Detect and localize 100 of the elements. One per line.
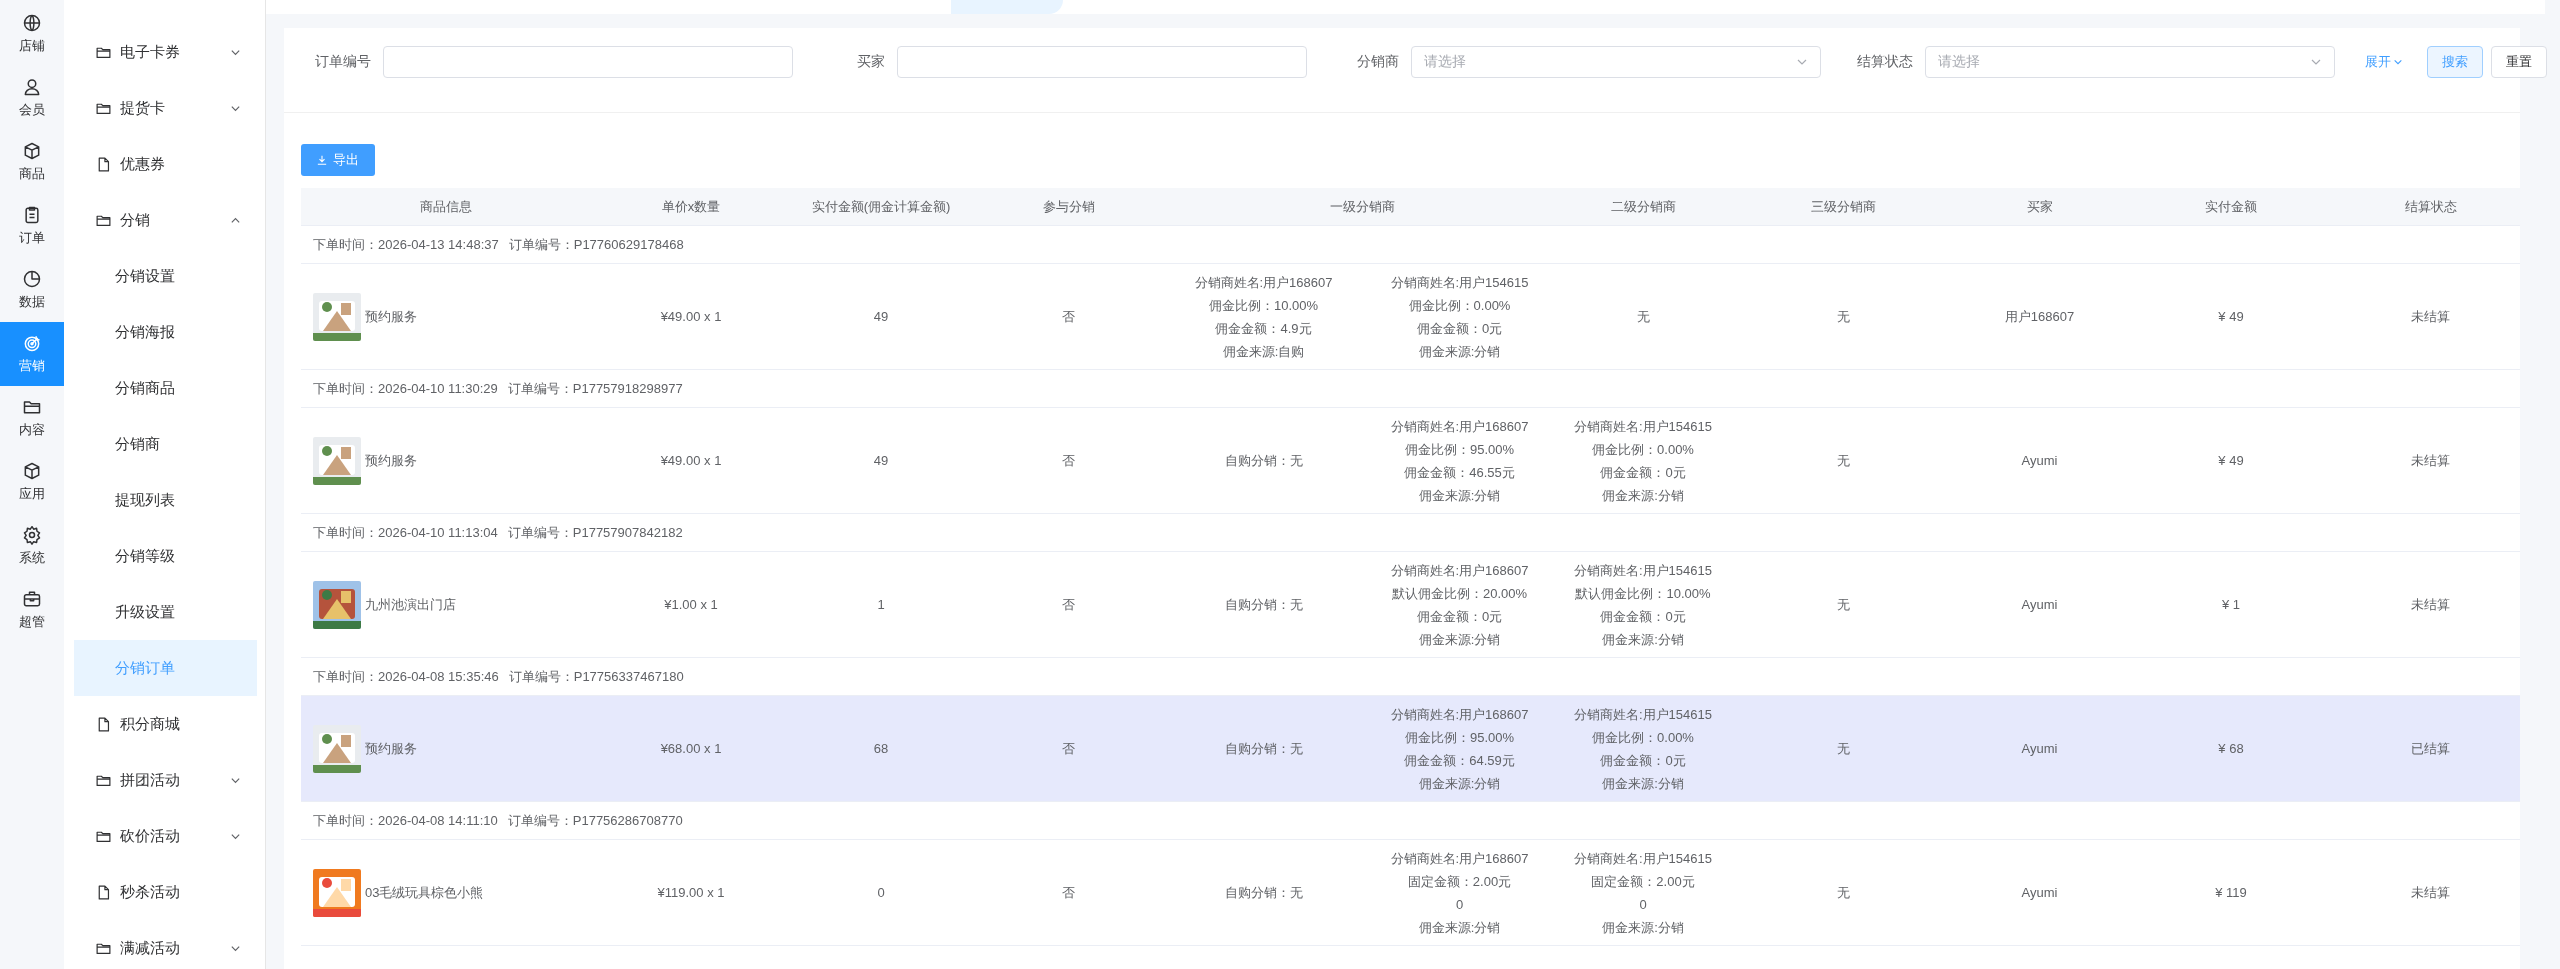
filter-label: 订单编号: [314, 52, 371, 71]
filter-label: 结算状态: [1856, 52, 1913, 71]
menu-item[interactable]: 提现列表: [74, 472, 257, 528]
paid-amount: 49: [873, 309, 889, 324]
order-number: 订单编号：P17756286708770: [507, 811, 683, 830]
table-row[interactable]: 预约服务 ¥68.00 x 1 68 否 自购分销：无 分销商姓名:用户168607 佣金比例：95.00% 佣金金额：64.59元 佣金来源:分销 分销商姓名:用户154615 佣金比例：0.00% 佣金金额：0元 佣金来源:分销 无 Ayumi ¥ 68 已结算: [301, 696, 2520, 802]
distributor-info: 无: [1836, 883, 1850, 902]
download-icon: [317, 155, 327, 165]
filter-label: 买家: [856, 52, 885, 71]
product-name: 九州池演出门店: [365, 595, 456, 614]
product-name: 预约服务: [365, 739, 417, 758]
paid-amount: 1: [877, 597, 885, 612]
order-number: 订单编号：P17756337467180: [508, 667, 684, 686]
menu-item[interactable]: 砍价活动: [74, 808, 257, 864]
distributor-info: 无: [1836, 307, 1850, 326]
buyer-name: Ayumi: [2021, 885, 2058, 900]
distributor-info: 分销商姓名:用户154615 默认佣金比例：10.00% 佣金金额：0元 佣金来源:分销: [1574, 561, 1712, 649]
distributor-info: 自购分销：无: [1224, 451, 1303, 470]
target-icon: [22, 333, 42, 353]
globe-icon: [22, 13, 42, 33]
distributor-info: 自购分销：无: [1224, 595, 1303, 614]
distribution-value: 否: [1062, 451, 1075, 470]
product-name: 预约服务: [365, 451, 417, 470]
price-quantity: ¥49.00 x 1: [660, 309, 722, 324]
distribution-value: 否: [1062, 883, 1075, 902]
buyer-name: 用户168607: [2004, 307, 2075, 326]
order-time: 下单时间：2026-04-10 11:30:29: [313, 379, 498, 398]
price-quantity: ¥119.00 x 1: [657, 885, 725, 900]
distribution-value: 否: [1062, 739, 1075, 758]
menu-item[interactable]: 分销设置: [74, 248, 257, 304]
reset-button[interactable]: 重置: [2491, 45, 2547, 78]
column-header: 单价x数量: [660, 197, 722, 216]
settlement-status: 未结算: [2411, 883, 2450, 902]
nav-item[interactable]: 超管: [0, 578, 64, 642]
filter-label: 分销商: [1356, 52, 1399, 71]
menu-item[interactable]: 升级设置: [74, 584, 257, 640]
distributor-info: 无: [1636, 307, 1650, 326]
column-header: 商品信息: [419, 197, 473, 216]
column-header: 实付金额(佣金计算金额): [810, 197, 952, 216]
distributor-info: 分销商姓名:用户168607 固定金额：2.00元 0 佣金来源:分销: [1390, 849, 1529, 937]
menu-item[interactable]: 拼团活动: [74, 752, 257, 808]
nav-item[interactable]: 系统: [0, 514, 64, 578]
paid-amount: ¥ 49: [2218, 309, 2244, 324]
box-icon: [22, 141, 42, 161]
distributor-info: 无: [1836, 739, 1850, 758]
menu-item[interactable]: 提货卡: [74, 80, 257, 136]
menu-item[interactable]: 分销: [74, 192, 257, 248]
nav-item[interactable]: 会员: [0, 66, 64, 130]
distributor-info: 分销商姓名:用户154615 佣金比例：0.00% 佣金金额：0元 佣金来源:分销: [1390, 273, 1529, 361]
input-field[interactable]: [383, 45, 793, 78]
menu-item[interactable]: 满减活动: [74, 920, 257, 969]
distributor-info: 分销商姓名:用户168607 佣金比例：95.00% 佣金金额：46.55元 佣金来源:分销: [1390, 417, 1529, 505]
column-header: 结算状态: [2403, 197, 2458, 216]
nav-item[interactable]: 内容: [0, 386, 64, 450]
distributor-info: 分销商姓名:用户168607 佣金比例：10.00% 佣金金额：4.9元 佣金来源:自购: [1194, 273, 1333, 361]
menu-item[interactable]: 积分商城: [74, 696, 257, 752]
order-number: 订单编号：P17757918298977: [507, 379, 683, 398]
nav-item[interactable]: 应用: [0, 450, 64, 514]
paid-amount: 0: [877, 885, 885, 900]
distributor-info: 分销商姓名:用户168607 佣金比例：95.00% 佣金金额：64.59元 佣金来源:分销: [1390, 705, 1529, 793]
nav-item[interactable]: 商品: [0, 130, 64, 194]
column-header: 一级分销商: [1328, 197, 1396, 216]
menu-item[interactable]: 分销海报: [74, 304, 257, 360]
paid-amount: ¥ 49: [2218, 453, 2244, 468]
gear-icon: [22, 525, 42, 545]
distributor-info: 自购分销：无: [1224, 883, 1303, 902]
box-icon: [22, 461, 42, 481]
order-number: 订单编号：P17757907842182: [507, 523, 683, 542]
nav-item[interactable]: 店铺: [0, 2, 64, 66]
menu-item[interactable]: 分销商品: [74, 360, 257, 416]
paid-amount: 68: [873, 741, 889, 756]
price-quantity: ¥68.00 x 1: [660, 741, 722, 756]
nav-item[interactable]: 订单: [0, 194, 64, 258]
product-name: 预约服务: [365, 307, 417, 326]
nav-item[interactable]: 数据: [0, 258, 64, 322]
price-quantity: ¥1.00 x 1: [664, 597, 718, 612]
settlement-status: 未结算: [2411, 595, 2450, 614]
menu-item[interactable]: 优惠券: [74, 136, 257, 192]
distributor-info: 自购分销：无: [1224, 739, 1303, 758]
buyer-name: Ayumi: [2021, 741, 2058, 756]
clipboard-icon: [22, 205, 42, 225]
column-header: 实付金额: [2204, 197, 2258, 216]
menu-item[interactable]: 秒杀活动: [74, 864, 257, 920]
distribution-value: 否: [1062, 595, 1075, 614]
paid-amount: ¥ 1: [2221, 597, 2241, 612]
distributor-info: 分销商姓名:用户154615 佣金比例：0.00% 佣金金额：0元 佣金来源:分销: [1574, 705, 1712, 793]
menu-item[interactable]: 分销等级: [74, 528, 257, 584]
order-time: 下单时间：2026-04-08 14:11:10: [313, 811, 498, 830]
distributor-info: 分销商姓名:用户168607 默认佣金比例：20.00% 佣金金额：0元 佣金来源:分销: [1390, 561, 1529, 649]
menu-item[interactable]: 电子卡券: [74, 24, 257, 80]
column-header: 三级分销商: [1809, 197, 1877, 216]
distributor-info: 分销商姓名:用户154615 佣金比例：0.00% 佣金金额：0元 佣金来源:分销: [1574, 417, 1712, 505]
buyer-name: Ayumi: [2021, 453, 2058, 468]
settlement-status: 未结算: [2411, 451, 2450, 470]
paid-amount: ¥ 119: [2215, 885, 2247, 900]
order-time: 下单时间：2026-04-13 14:48:37: [313, 235, 499, 254]
menu-item[interactable]: 分销商: [74, 416, 257, 472]
input-field[interactable]: [897, 45, 1307, 78]
order-time: 下单时间：2026-04-10 11:13:04: [313, 523, 498, 542]
distributor-info: 无: [1836, 595, 1850, 614]
